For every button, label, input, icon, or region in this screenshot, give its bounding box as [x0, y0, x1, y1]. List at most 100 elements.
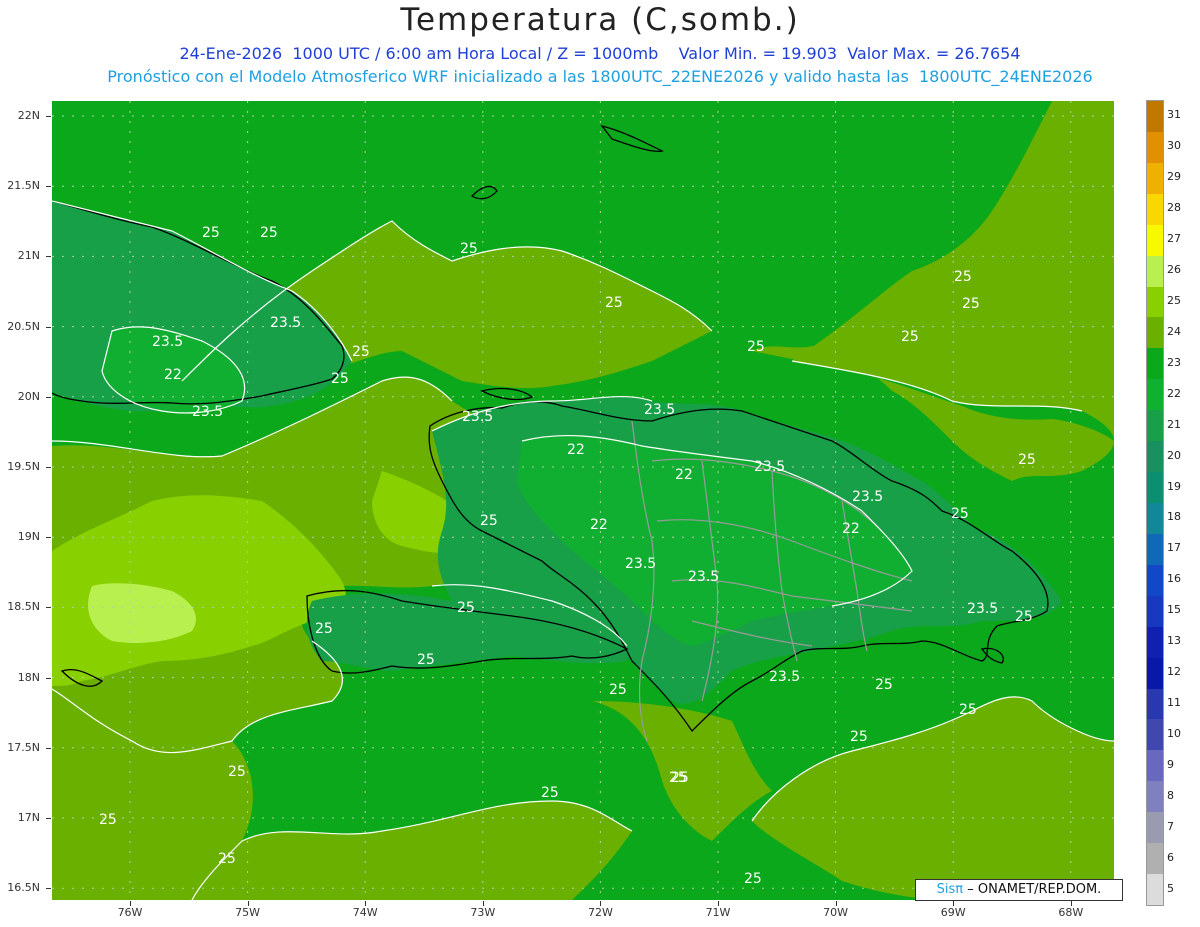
contour-value-label: 23.5	[967, 601, 998, 617]
contour-value-label: 23.5	[852, 489, 883, 505]
contour-value-label: 25	[605, 295, 623, 311]
contour-value-label: 22	[590, 517, 608, 533]
lat-label: 19N	[17, 530, 40, 544]
contour-value-label: 25	[218, 851, 236, 867]
color-scale-swatch	[1147, 626, 1163, 659]
lat-label: 19.5N	[7, 460, 40, 473]
contour-value-label: 25	[460, 241, 478, 257]
lon-tick	[365, 901, 367, 906]
contour-value-label: 25	[331, 371, 349, 387]
contour-value-label: 25	[1018, 452, 1036, 468]
lat-tick	[46, 747, 51, 749]
color-scale-swatch	[1147, 472, 1163, 504]
contour-value-label: 25	[875, 677, 893, 693]
color-scale-swatch	[1147, 657, 1163, 690]
color-scale-swatch	[1147, 688, 1163, 720]
color-scale-swatch	[1147, 595, 1163, 628]
color-scale-swatch	[1147, 410, 1163, 442]
lat-label: 21N	[17, 249, 40, 263]
lat-tick	[46, 326, 51, 328]
color-scale-swatch	[1147, 533, 1163, 566]
chart-title: Temperatura (C,somb.)	[400, 2, 800, 38]
contour-value-label: 25	[747, 339, 765, 355]
color-scale-label: 11	[1167, 696, 1181, 709]
lon-tick	[835, 901, 837, 906]
subtitle-model-info: Pronóstico con el Modelo Atmosferico WRF…	[107, 67, 1093, 86]
lon-tick	[600, 901, 602, 906]
color-scale-label: 23	[1167, 355, 1181, 369]
color-scale-swatch	[1147, 101, 1163, 133]
color-scale-swatch	[1147, 874, 1163, 906]
lat-label: 18.5N	[7, 600, 40, 614]
color-scale-swatch	[1147, 379, 1163, 411]
contour-value-label: 23.5	[769, 669, 800, 685]
lat-label: 20N	[17, 389, 40, 403]
lon-tick	[1070, 901, 1072, 906]
lon-label: 68W	[1058, 906, 1084, 919]
contour-value-label: 25	[850, 729, 868, 745]
color-scale-swatch	[1147, 781, 1163, 813]
color-scale-label: 24	[1167, 324, 1181, 338]
color-scale-label: 20	[1167, 448, 1181, 462]
lat-tick	[46, 818, 51, 819]
lat-label: 16.5N	[7, 881, 40, 895]
color-scale-swatch	[1147, 503, 1163, 535]
contour-value-label: 25	[901, 329, 919, 345]
color-scale-label: 30	[1167, 139, 1181, 153]
color-scale-swatch	[1147, 719, 1163, 751]
contour-value-label: 25	[962, 296, 980, 312]
contour-value-label: 25	[480, 513, 498, 529]
color-scale-label: 17	[1167, 541, 1181, 555]
color-scale-label: 8	[1167, 788, 1174, 802]
lon-label: 70W	[823, 906, 849, 919]
color-scale-swatch	[1147, 348, 1163, 380]
contour-value-label: 22	[675, 467, 693, 483]
contour-value-label: 23.5	[270, 315, 301, 331]
color-scale-swatch	[1147, 224, 1163, 257]
color-scale-swatch	[1147, 750, 1163, 782]
contour-value-label: 25	[541, 785, 559, 801]
lon-label: 76W	[117, 906, 143, 919]
color-scale-bar	[1146, 100, 1164, 906]
contour-value-label: 25	[959, 702, 977, 718]
color-scale-label: 6	[1167, 850, 1174, 864]
color-scale-label: 10	[1167, 726, 1181, 740]
contour-value-label: 25	[417, 652, 435, 668]
color-scale-label: 22	[1167, 386, 1181, 400]
color-scale-label: 5	[1167, 881, 1174, 895]
contour-value-label: 23.5	[688, 569, 719, 585]
lon-tick	[953, 901, 955, 906]
lat-tick	[46, 186, 51, 188]
contour-value-label: 25	[1015, 609, 1033, 625]
color-scale-label: 27	[1167, 232, 1181, 246]
lon-label: 75W	[235, 906, 261, 919]
contour-value-label: 22	[164, 367, 182, 383]
color-scale-label: 13	[1167, 634, 1181, 648]
contour-value-label: 25	[609, 682, 627, 698]
contour-value-label: 25	[260, 225, 278, 241]
color-scale-swatch	[1147, 255, 1163, 288]
lat-label: 20.5N	[7, 319, 40, 333]
lat-tick	[46, 467, 51, 468]
lat-tick	[46, 537, 51, 539]
color-scale-label: 7	[1167, 819, 1174, 833]
contour-value-label: 25	[669, 770, 687, 786]
contour-value-label: 25	[315, 621, 333, 637]
color-scale-swatch	[1147, 812, 1163, 844]
color-scale-label: 15	[1167, 603, 1181, 617]
contour-value-label: 25	[352, 344, 370, 360]
color-scale-label: 26	[1167, 263, 1181, 277]
lat-tick	[46, 396, 51, 398]
contour-value-label: 25	[951, 506, 969, 522]
lat-label: 22N	[17, 109, 40, 122]
lon-label: 69W	[940, 906, 966, 919]
lat-tick	[46, 116, 51, 117]
color-scale-label: 29	[1167, 170, 1181, 184]
lon-label: 72W	[587, 906, 613, 919]
contour-value-label: 25	[457, 600, 475, 616]
lat-tick	[46, 888, 51, 890]
lon-tick	[482, 901, 484, 906]
credit-brand: Sisπ	[936, 882, 964, 897]
subtitle-validity: 24-Ene-2026 1000 UTC / 6:00 am Hora Loca…	[179, 44, 1021, 63]
contour-value-label: 23.5	[462, 409, 493, 425]
